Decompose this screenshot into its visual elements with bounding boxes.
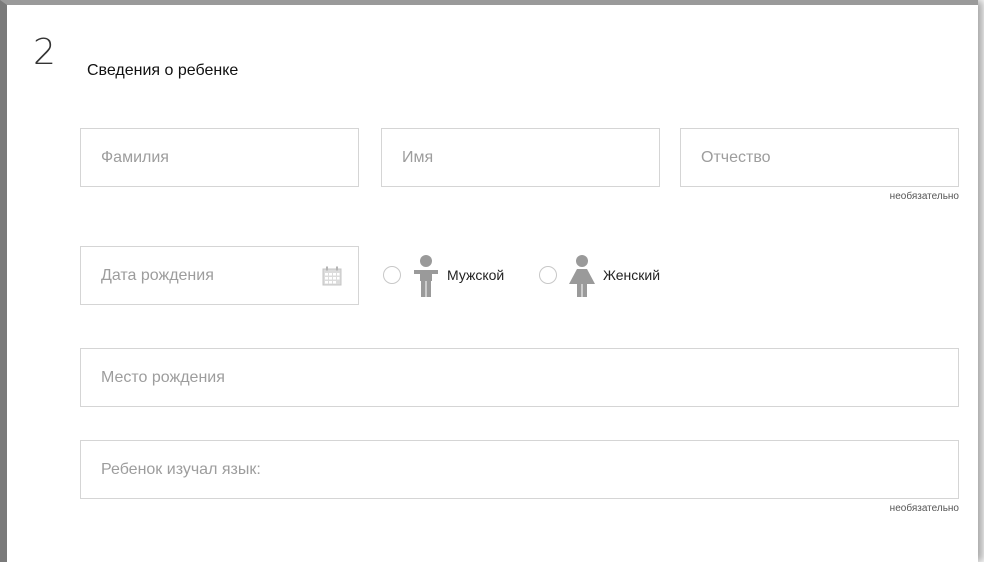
name-input[interactable] bbox=[382, 129, 659, 186]
birth-date-field[interactable] bbox=[80, 246, 359, 305]
language-optional-note: необязательно bbox=[889, 503, 959, 514]
patronymic-input[interactable] bbox=[681, 129, 958, 186]
step-number: 2 bbox=[33, 32, 56, 73]
calendar-icon[interactable] bbox=[322, 266, 342, 286]
surname-field[interactable] bbox=[80, 128, 359, 187]
language-field[interactable] bbox=[80, 440, 959, 499]
birth-date-input[interactable] bbox=[81, 247, 358, 304]
gender-male-label[interactable]: Мужской bbox=[447, 266, 504, 284]
gender-female-radio[interactable] bbox=[539, 266, 557, 284]
gender-female-label[interactable]: Женский bbox=[603, 266, 660, 284]
male-child-icon bbox=[414, 255, 438, 297]
language-input[interactable] bbox=[81, 441, 958, 498]
patronymic-field[interactable] bbox=[680, 128, 959, 187]
patronymic-optional-note: необязательно bbox=[889, 191, 959, 202]
section-title: Сведения о ребенке bbox=[87, 62, 239, 79]
female-child-icon bbox=[569, 255, 595, 297]
birth-place-input[interactable] bbox=[81, 349, 958, 406]
gender-male-radio[interactable] bbox=[383, 266, 401, 284]
birth-place-field[interactable] bbox=[80, 348, 959, 407]
name-field[interactable] bbox=[381, 128, 660, 187]
surname-input[interactable] bbox=[81, 129, 358, 186]
form-panel: 2 Сведения о ребенке необязательно bbox=[0, 0, 978, 562]
